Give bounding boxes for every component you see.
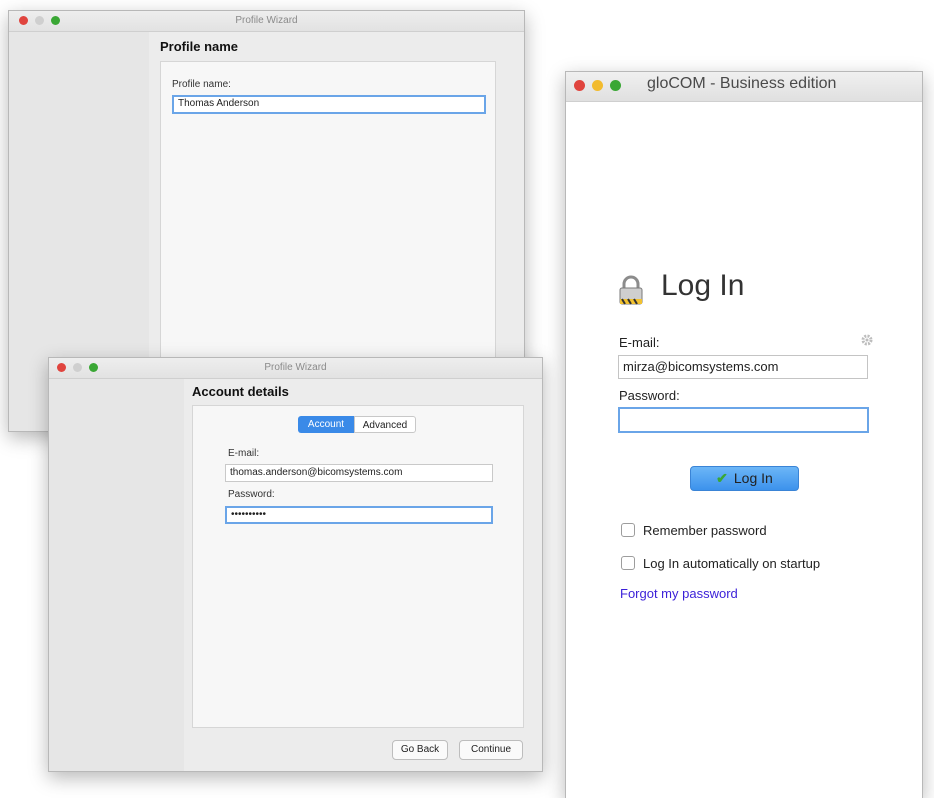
window-title: Profile Wizard xyxy=(235,15,298,26)
profile-name-label: Profile name: xyxy=(172,79,231,90)
title-bar[interactable]: Profile Wizard xyxy=(49,358,542,379)
password-input[interactable] xyxy=(618,407,869,433)
account-details-window: Profile Wizard Account details Account A… xyxy=(48,357,543,772)
section-title: Profile name xyxy=(160,39,239,54)
remember-password-checkbox[interactable] xyxy=(621,523,635,537)
email-input[interactable]: thomas.anderson@bicomsystems.com xyxy=(225,464,493,482)
forgot-password-link[interactable]: Forgot my password xyxy=(620,586,738,601)
tab-bar: Account Advanced xyxy=(298,416,423,433)
close-window-button[interactable] xyxy=(574,80,585,91)
password-label: Password: xyxy=(228,489,275,500)
section-title: Account details xyxy=(192,384,289,399)
zoom-window-button[interactable] xyxy=(610,80,621,91)
auto-login-label: Log In automatically on startup xyxy=(643,556,821,571)
account-details-panel: Account Advanced E-mail: thomas.anderson… xyxy=(192,405,524,728)
email-label: E-mail: xyxy=(228,448,260,459)
settings-icon[interactable] xyxy=(860,333,874,347)
password-label: Password: xyxy=(619,388,680,403)
tab-account[interactable]: Account xyxy=(298,416,354,433)
window-title: gloCOM - Business edition xyxy=(647,75,837,92)
continue-button[interactable]: Continue xyxy=(459,740,523,760)
auto-login-checkbox[interactable] xyxy=(621,556,635,570)
title-bar[interactable]: Profile Wizard xyxy=(9,11,524,32)
login-heading: Log In xyxy=(661,269,745,302)
login-button-label: Log In xyxy=(733,470,773,486)
checkmark-icon: ✔ xyxy=(716,470,728,486)
window-title: Profile Wizard xyxy=(264,362,327,373)
password-input[interactable]: •••••••••• xyxy=(225,506,493,524)
lock-icon xyxy=(618,275,644,305)
login-button[interactable]: ✔ Log In xyxy=(690,466,799,491)
go-back-button[interactable]: Go Back xyxy=(392,740,448,760)
remember-password-label: Remember password xyxy=(643,523,767,538)
glocom-window: gloCOM - Business edition Log In E-mail:… xyxy=(565,71,923,798)
tab-advanced[interactable]: Advanced xyxy=(354,416,416,433)
minimize-window-button[interactable] xyxy=(592,80,603,91)
profile-name-input[interactable]: Thomas Anderson xyxy=(172,95,486,114)
title-bar[interactable]: gloCOM - Business edition xyxy=(566,72,922,102)
email-input[interactable]: mirza@bicomsystems.com xyxy=(618,355,868,379)
wizard-sidebar xyxy=(49,379,184,771)
email-label: E-mail: xyxy=(619,335,660,350)
